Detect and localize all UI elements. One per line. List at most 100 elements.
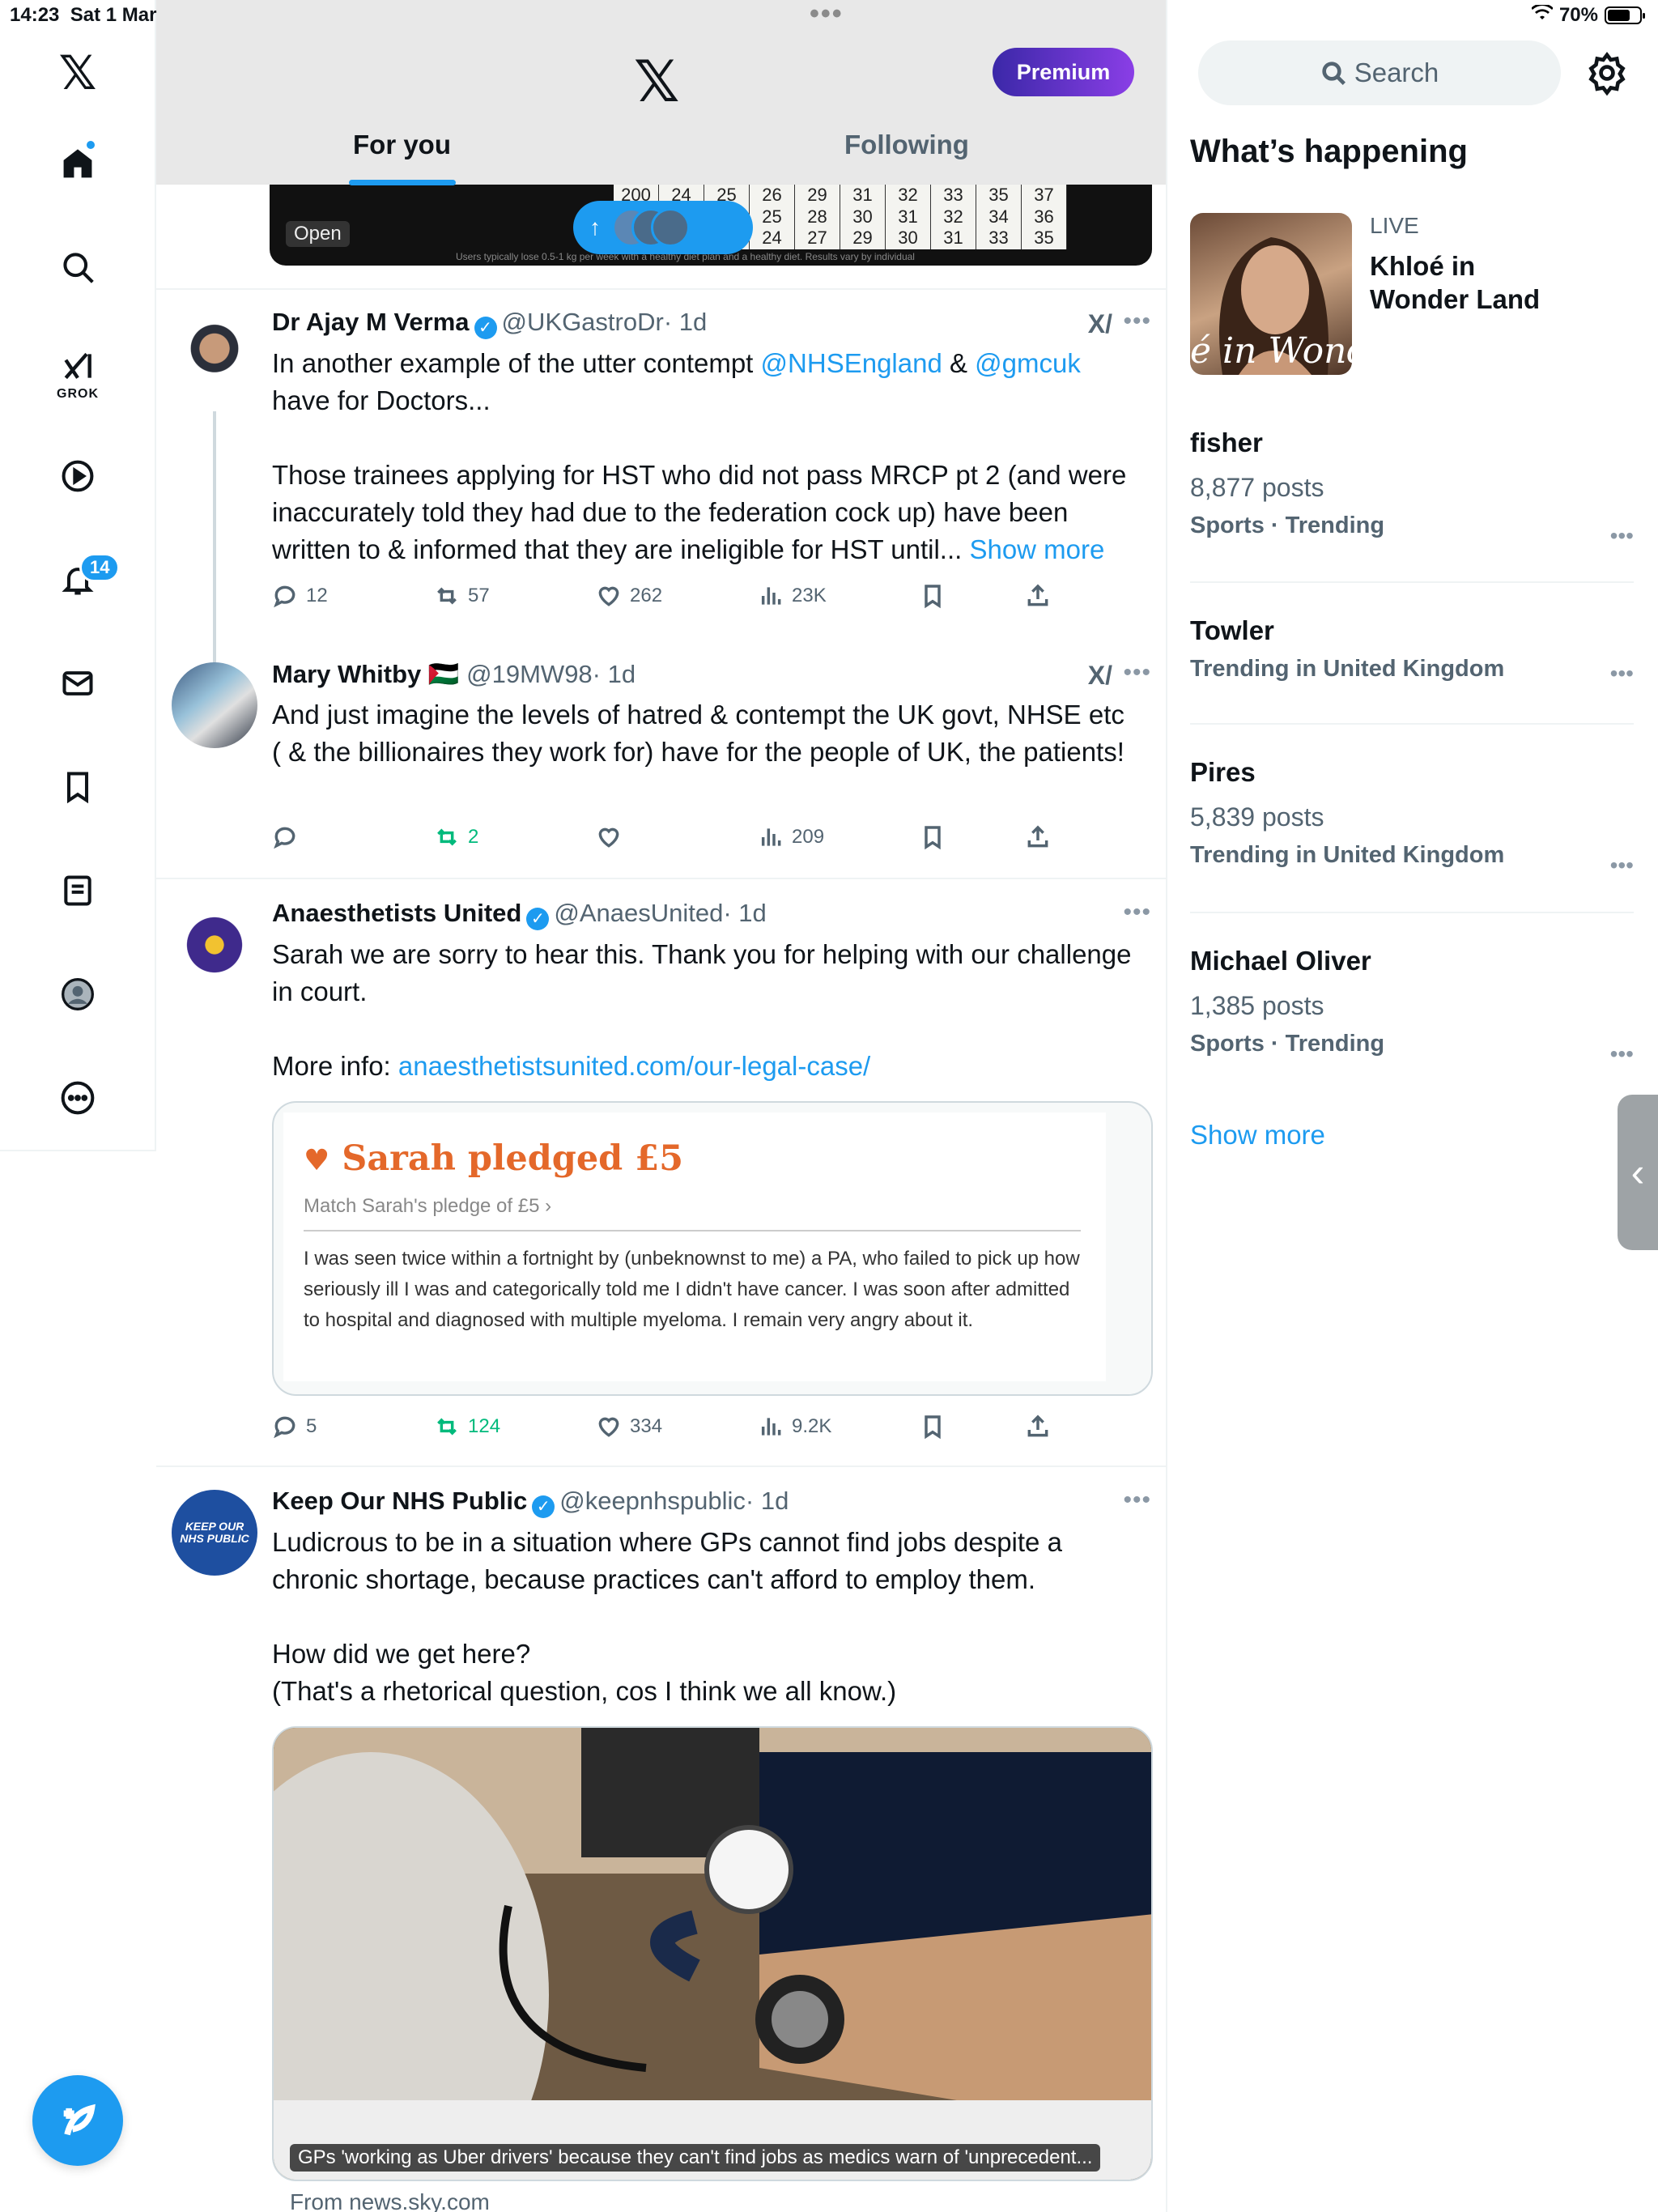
avatar[interactable] [172, 662, 257, 748]
external-link[interactable]: anaesthetistsunited.com/our-legal-case/ [398, 1051, 870, 1081]
author-handle[interactable]: @keepnhspublic [559, 1487, 746, 1515]
author-handle[interactable]: @AnaesUnited [554, 899, 723, 927]
more-icon[interactable]: ••• [1610, 1041, 1634, 1067]
search-icon [1322, 62, 1346, 85]
post-line: (That's a rhetorical question, cos I thi… [272, 1676, 897, 1706]
heart-icon [598, 827, 619, 848]
author-handle[interactable]: @19MW98 [466, 660, 593, 688]
author-name[interactable]: Dr Ajay M Verma [272, 308, 470, 336]
multitask-dots[interactable]: ••• [810, 0, 844, 28]
reply-button[interactable]: 5 [272, 1414, 317, 1440]
tab-following[interactable]: Following [844, 130, 969, 160]
table-cell: 26 [750, 185, 795, 206]
premium-button[interactable]: Premium [993, 48, 1134, 96]
avatar[interactable] [172, 902, 257, 988]
bookmark-button[interactable] [920, 1414, 946, 1440]
grok-icon[interactable]: X/ [1088, 661, 1112, 691]
heart-icon: ♥ [304, 1143, 330, 1177]
bookmark-button[interactable] [920, 824, 946, 850]
like-button[interactable]: 262 [596, 583, 662, 609]
side-panel-handle[interactable]: ‹ [1618, 1095, 1658, 1250]
trend-meta: Sports · Trending [1190, 513, 1385, 538]
reply-button[interactable] [272, 824, 306, 850]
settings-gear-icon[interactable] [1584, 50, 1630, 96]
mention-link[interactable]: @gmcuk [975, 348, 1081, 378]
bookmarks-icon[interactable] [53, 763, 102, 811]
views-button[interactable]: 9.2K [758, 1414, 831, 1440]
more-icon[interactable]: ••• [1610, 523, 1634, 549]
thread-line [213, 411, 216, 670]
author-handle[interactable]: @UKGastroDr [502, 308, 664, 336]
divider [156, 878, 1166, 879]
avatar[interactable] [172, 314, 257, 400]
mention-link[interactable]: @NHSEngland [761, 348, 942, 378]
lists-icon[interactable] [53, 866, 102, 915]
search-bar[interactable]: Search [1198, 40, 1561, 105]
link-source[interactable]: From news.sky.com [290, 2189, 490, 2212]
like-button[interactable] [596, 824, 630, 850]
more-icon[interactable]: ••• [1123, 1487, 1151, 1514]
arrow-up-icon: ↑ [589, 215, 601, 240]
messages-icon[interactable] [53, 659, 102, 708]
new-posts-pill[interactable]: ↑ [573, 201, 753, 254]
post-time: · 1d [592, 660, 636, 688]
more-icon[interactable]: ••• [1610, 661, 1634, 687]
table-cell: 30 [886, 228, 931, 249]
live-event-image[interactable]: é in Wonder L [1190, 213, 1352, 375]
x-logo-icon[interactable]: 𝕏 [53, 47, 102, 100]
like-button[interactable]: 334 [596, 1414, 662, 1440]
link-preview-image[interactable]: GPs 'working as Uber drivers' because th… [272, 1726, 1153, 2181]
search-icon[interactable] [53, 243, 102, 291]
active-tab-indicator [349, 180, 456, 185]
avatar [651, 208, 690, 247]
x-logo-icon[interactable]: 𝕏 [634, 49, 679, 115]
author-name[interactable]: Keep Our NHS Public [272, 1487, 527, 1515]
embedded-card[interactable]: ♥ Sarah pledged £5 Match Sarah's pledge … [272, 1101, 1153, 1396]
share-button[interactable] [1025, 1414, 1051, 1440]
repost-button[interactable]: 57 [434, 583, 490, 609]
verified-icon: ✓ [532, 1495, 555, 1518]
divider [156, 1465, 1166, 1467]
tab-for-you[interactable]: For you [353, 130, 451, 160]
date: Sat 1 Mar [70, 4, 157, 26]
repost-button[interactable]: 124 [434, 1414, 500, 1440]
views-button[interactable]: 23K [758, 583, 827, 609]
heart-icon [598, 586, 619, 606]
compose-post-button[interactable] [32, 2075, 123, 2166]
author-name[interactable]: Anaesthetists United [272, 899, 521, 927]
trend-meta: Trending in United Kingdom [1190, 842, 1505, 868]
more-icon[interactable]: ••• [1123, 899, 1151, 926]
video-icon[interactable] [53, 452, 102, 500]
trend-item[interactable]: Michael Oliver 1,385 posts Sports · Tren… [1190, 946, 1634, 1066]
show-more-link[interactable]: Show more [1190, 1120, 1325, 1151]
open-button[interactable]: Open [286, 221, 350, 247]
battery-level [1608, 10, 1630, 21]
trend-name: fisher [1190, 428, 1263, 457]
grok-icon[interactable] [53, 342, 102, 390]
profile-icon[interactable] [53, 970, 102, 1019]
trend-item[interactable]: Towler Trending in United Kingdom ••• [1190, 615, 1634, 686]
show-more-link[interactable]: Show more [969, 534, 1104, 564]
more-options-icon[interactable] [53, 1074, 102, 1122]
grok-icon[interactable]: X/ [1088, 309, 1112, 339]
repost-button[interactable]: 2 [434, 824, 478, 850]
blood-pressure-photo [274, 1728, 1151, 2180]
table-cell: 24 [750, 228, 795, 249]
author-name[interactable]: Mary Whitby [272, 660, 421, 688]
more-icon[interactable]: ••• [1610, 853, 1634, 878]
avatar[interactable]: KEEP OUR NHS PUBLIC [172, 1490, 257, 1576]
trend-item[interactable]: fisher 8,877 posts Sports · Trending ••• [1190, 428, 1634, 548]
trend-name: Pires [1190, 757, 1256, 787]
more-icon[interactable]: ••• [1123, 659, 1151, 687]
share-button[interactable] [1025, 824, 1051, 850]
reply-button[interactable]: 12 [272, 583, 328, 609]
views-button[interactable]: 209 [758, 824, 824, 850]
more-icon[interactable]: ••• [1123, 308, 1151, 335]
share-button[interactable] [1025, 583, 1051, 609]
repost-count: 57 [468, 585, 490, 606]
chevron-left-icon: ‹ [1630, 1150, 1645, 1195]
verified-icon: ✓ [474, 317, 497, 339]
trend-item[interactable]: Pires 5,839 posts Trending in United Kin… [1190, 757, 1634, 878]
bookmark-button[interactable] [920, 583, 946, 609]
live-title[interactable]: Khloé in Wonder Land [1370, 249, 1580, 316]
